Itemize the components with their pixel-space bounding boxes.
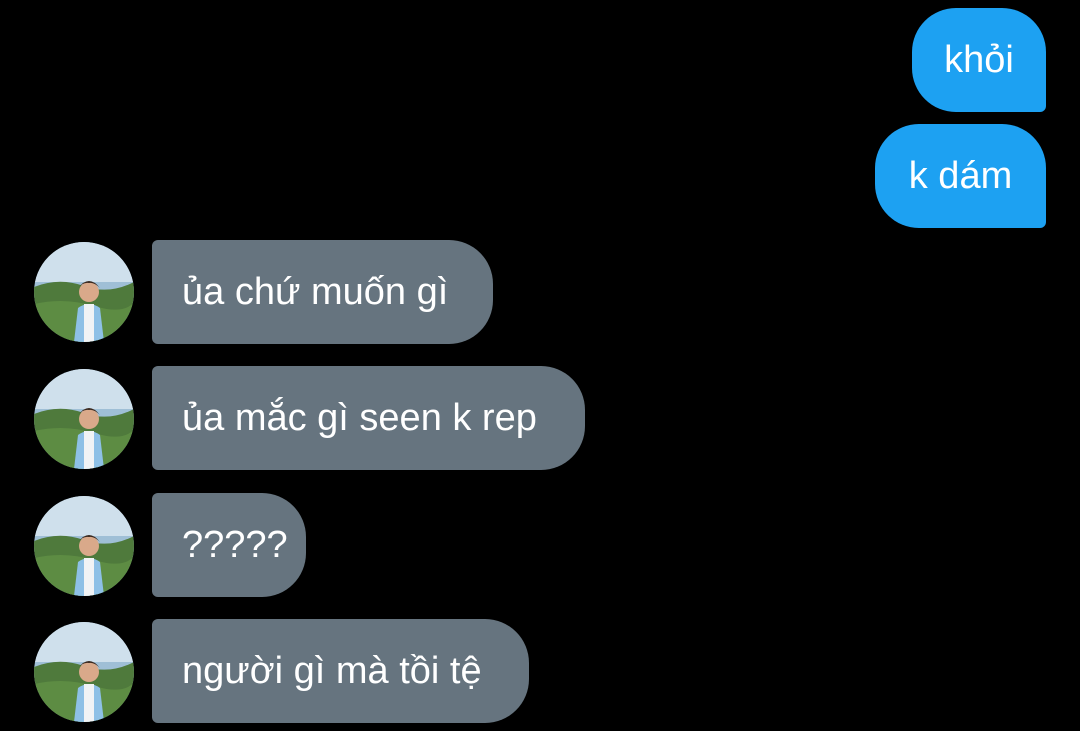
- sent-message-bubble[interactable]: khỏi: [912, 8, 1046, 112]
- received-message-bubble[interactable]: ủa chứ muốn gì: [152, 240, 493, 344]
- received-message-bubble[interactable]: người gì mà tồi tệ: [152, 619, 529, 723]
- profile-photo-icon: [34, 242, 134, 342]
- avatar[interactable]: [34, 369, 134, 469]
- message-text: ủa mắc gì seen k rep: [182, 397, 537, 439]
- profile-photo-icon: [34, 622, 134, 722]
- avatar[interactable]: [34, 622, 134, 722]
- profile-photo-icon: [34, 496, 134, 596]
- sent-message-bubble[interactable]: k dám: [875, 124, 1046, 228]
- message-text: ủa chứ muốn gì: [182, 271, 449, 313]
- avatar[interactable]: [34, 242, 134, 342]
- received-message-bubble[interactable]: ủa mắc gì seen k rep: [152, 366, 585, 470]
- message-text: ?????: [182, 524, 288, 566]
- message-text: khỏi: [944, 39, 1014, 81]
- avatar[interactable]: [34, 496, 134, 596]
- received-message-bubble[interactable]: ?????: [152, 493, 306, 597]
- message-text: k dám: [908, 155, 1013, 197]
- profile-photo-icon: [34, 369, 134, 469]
- message-text: người gì mà tồi tệ: [182, 650, 482, 692]
- chat-thread: khỏi k dám ủa chứ muốn gì ủa mắc gì seen…: [0, 0, 1080, 731]
